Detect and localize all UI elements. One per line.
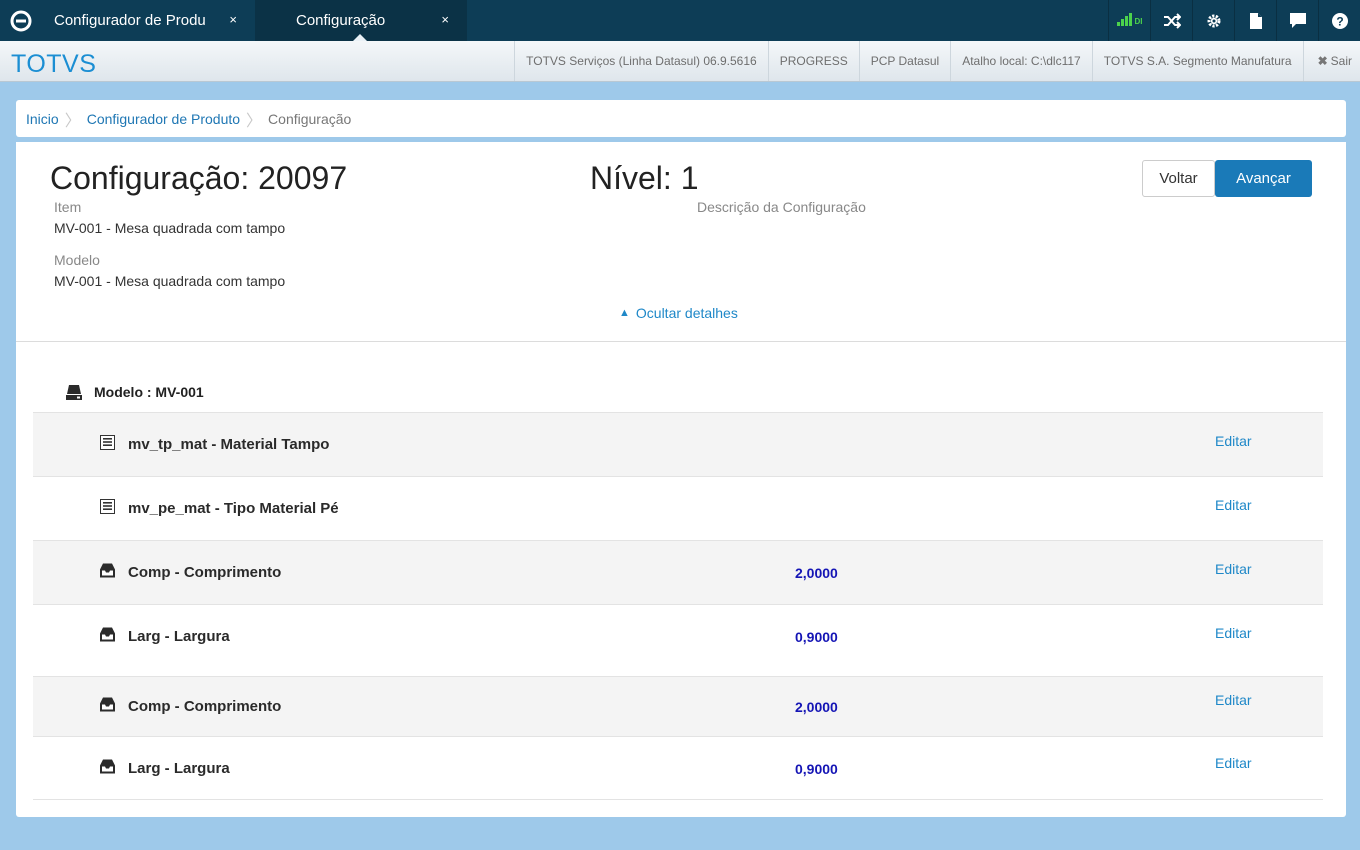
level-title: Nível: 1 — [590, 160, 699, 196]
edit-link[interactable]: Editar — [1215, 497, 1252, 513]
row-value: 2,0000 — [795, 564, 838, 581]
row-name: mv_pe_mat - Tipo Material Pé — [128, 500, 339, 517]
tab-close-icon[interactable]: × — [441, 12, 449, 27]
context-company: TOTVS S.A. Segmento Manufatura — [1091, 41, 1303, 81]
tray-icon — [100, 627, 115, 646]
logout-label: Sair — [1330, 54, 1352, 68]
logout-button[interactable]: ✖ Sair — [1302, 41, 1360, 81]
help-icon[interactable]: ? — [1318, 0, 1360, 41]
row-name: Larg - Largura — [128, 628, 230, 645]
descricao-label: Descrição da Configuração — [697, 199, 866, 215]
context-shortcut: Atalho local: C:\dlc117 — [950, 41, 1092, 81]
tab-configurador-produto[interactable]: Configurador de Produ × — [41, 0, 255, 41]
context-database: PROGRESS — [767, 41, 859, 81]
tab-label: Configuração — [296, 12, 386, 29]
toggle-details-link[interactable]: ▲ Ocultar detalhes — [619, 305, 738, 321]
item-label: Item — [54, 199, 82, 215]
list-icon — [100, 498, 115, 519]
row-name: Comp - Comprimento — [128, 564, 282, 581]
edit-link[interactable]: Editar — [1215, 625, 1252, 641]
breadcrumb-separator: 〉 — [64, 112, 81, 130]
tree-row: Larg - Largura 0,9000 Editar — [33, 604, 1323, 668]
row-name: Larg - Largura — [128, 760, 230, 777]
breadcrumb-current: Configuração — [268, 110, 352, 127]
top-bar: Configurador de Produ × Configuração × D… — [0, 0, 1360, 41]
signal-icon[interactable]: DI — [1108, 0, 1150, 41]
signal-label: DI — [1134, 17, 1143, 26]
item-value: MV-001 - Mesa quadrada com tampo — [54, 220, 286, 236]
tray-icon — [100, 563, 115, 582]
row-value: 0,9000 — [795, 628, 838, 645]
close-icon: ✖ — [1317, 54, 1328, 68]
toggle-details-label: Ocultar detalhes — [635, 305, 738, 321]
page-title: Configuração: 20097 — [50, 160, 348, 196]
edit-link[interactable]: Editar — [1215, 692, 1252, 708]
active-tab-caret — [353, 34, 367, 41]
breadcrumb: Inicio 〉 Configurador de Produto 〉 Confi… — [16, 100, 1346, 137]
edit-link[interactable]: Editar — [1215, 755, 1252, 771]
row-name: Comp - Comprimento — [128, 698, 282, 715]
breadcrumb-link-configurador[interactable]: Configurador de Produto — [87, 111, 240, 127]
triangle-up-icon: ▲ — [619, 307, 630, 319]
model-icon — [66, 384, 82, 400]
modelo-value: MV-001 - Mesa quadrada com tampo — [54, 273, 286, 289]
context-product: TOTVS Serviços (Linha Datasul) 06.9.5616 — [514, 41, 768, 81]
totvs-logo-icon[interactable] — [0, 0, 41, 41]
back-button[interactable]: Voltar — [1142, 160, 1215, 197]
tab-close-icon[interactable]: × — [229, 12, 237, 27]
edit-link[interactable]: Editar — [1215, 561, 1252, 577]
tray-icon — [100, 759, 115, 778]
context-module: PCP Datasul — [858, 41, 950, 81]
model-label: Modelo : MV-001 — [94, 384, 204, 400]
model-node: Modelo : MV-001 — [66, 384, 204, 400]
configuration-header: Configuração: 20097 Nível: 1 Item MV-001… — [16, 142, 1346, 342]
top-icons: DI ? — [1108, 0, 1360, 41]
brand-logo: TOTVS — [11, 50, 97, 78]
tree-row: Larg - Largura 0,9000 Editar — [33, 736, 1323, 800]
shuffle-icon[interactable] — [1150, 0, 1192, 41]
tab-configuracao[interactable]: Configuração × — [255, 0, 467, 41]
tab-label: Configurador de Produ — [54, 12, 206, 29]
tree-row: mv_tp_mat - Material Tampo Editar — [33, 412, 1323, 476]
tree-row: Comp - Comprimento 2,0000 Editar — [33, 676, 1323, 736]
breadcrumb-link-inicio[interactable]: Inicio — [26, 111, 59, 127]
tray-icon — [100, 697, 115, 716]
divider — [33, 799, 1323, 800]
edit-link[interactable]: Editar — [1215, 433, 1252, 449]
row-value: 0,9000 — [795, 760, 838, 777]
context-info: TOTVS Serviços (Linha Datasul) 06.9.5616… — [514, 41, 1360, 81]
breadcrumb-separator: 〉 — [246, 112, 263, 130]
chat-icon[interactable] — [1276, 0, 1318, 41]
context-bar: TOTVS TOTVS Serviços (Linha Datasul) 06.… — [0, 41, 1360, 82]
modelo-label: Modelo — [54, 252, 100, 268]
next-button[interactable]: Avançar — [1215, 160, 1312, 197]
gear-icon[interactable] — [1192, 0, 1234, 41]
tree-row: Comp - Comprimento 2,0000 Editar — [33, 540, 1323, 604]
document-icon[interactable] — [1234, 0, 1276, 41]
tree-row: mv_pe_mat - Tipo Material Pé Editar — [33, 476, 1323, 540]
row-value: 2,0000 — [795, 698, 838, 715]
row-name: mv_tp_mat - Material Tampo — [128, 436, 330, 453]
svg-text:?: ? — [1336, 14, 1343, 28]
list-icon — [100, 434, 115, 455]
configuration-tree: Modelo : MV-001 mv_tp_mat - Material Tam… — [16, 342, 1346, 817]
